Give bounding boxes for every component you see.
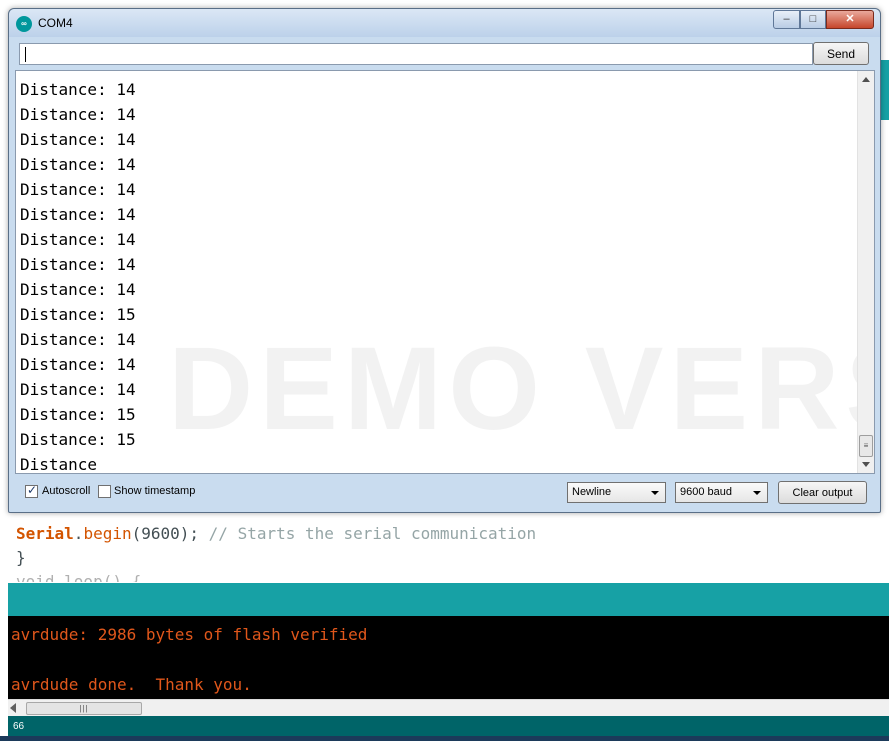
output-line: Distance: 14	[20, 130, 136, 149]
output-line: Distance: 14	[20, 80, 136, 99]
code-line-partial: void loop() {	[16, 572, 142, 582]
demo-watermark: DEMO VERSION	[168, 323, 874, 455]
window-titlebar[interactable]: ∞ COM4 – □ ✕	[9, 9, 880, 37]
text-caret	[25, 47, 26, 62]
autoscroll-label[interactable]: Autoscroll	[42, 485, 90, 497]
os-taskbar	[0, 736, 889, 741]
output-line: Distance: 14	[20, 280, 136, 299]
output-line: Distance: 14	[20, 255, 136, 274]
maximize-button[interactable]: □	[800, 10, 826, 29]
autoscroll-checkbox[interactable]	[25, 483, 38, 498]
output-line: Distance: 14	[20, 230, 136, 249]
console-line: avrdude done. Thank you.	[11, 675, 252, 694]
output-line: Distance: 14	[20, 380, 136, 399]
serial-options-bar: Autoscroll Show timestamp Newline 9600 b…	[15, 477, 875, 507]
line-number: 66	[13, 721, 25, 732]
scrollbar-thumb[interactable]: ≡	[859, 435, 873, 457]
output-line: Distance: 15	[20, 405, 136, 424]
serial-output-area[interactable]: DEMO VERSION Distance: 14 Distance: 14 D…	[15, 70, 875, 474]
console-horizontal-scrollbar[interactable]: |||	[8, 699, 889, 716]
code-line: Serial.begin(9600); // Starts the serial…	[16, 524, 536, 543]
line-ending-value: Newline	[572, 486, 612, 498]
window-title: COM4	[38, 16, 73, 30]
output-line: Distance: 14	[20, 355, 136, 374]
output-line: Distance: 15	[20, 305, 136, 324]
code-editor[interactable]: Serial.begin(9600); // Starts the serial…	[8, 505, 889, 583]
output-line: Distance: 15	[20, 430, 136, 449]
serial-monitor-window: ∞ COM4 – □ ✕ Send DEMO VERSION Distance:…	[8, 8, 881, 513]
scrollbar-thumb[interactable]: |||	[26, 702, 142, 715]
chevron-down-icon	[651, 491, 659, 495]
code-object: Serial	[16, 524, 74, 543]
show-timestamp-checkbox[interactable]	[98, 485, 111, 498]
scroll-down-arrow-icon[interactable]	[862, 462, 870, 467]
chevron-down-icon	[753, 491, 761, 495]
output-line: Distance	[20, 455, 98, 474]
ide-toolbar-strip	[881, 60, 889, 120]
baud-rate-value: 9600 baud	[680, 486, 732, 498]
output-line: Distance: 14	[20, 180, 136, 199]
clear-output-button[interactable]: Clear output	[778, 481, 867, 504]
code-line: }	[16, 548, 26, 567]
show-timestamp-label[interactable]: Show timestamp	[114, 485, 195, 497]
arduino-infinity-icon: ∞	[16, 16, 32, 32]
console-line: avrdude: 2986 bytes of flash verified	[11, 625, 368, 644]
output-line: Distance: 14	[20, 105, 136, 124]
ide-status-bar	[8, 583, 889, 616]
close-button[interactable]: ✕	[826, 10, 874, 29]
ide-console: avrdude: 2986 bytes of flash verified av…	[8, 616, 889, 699]
baud-rate-select[interactable]: 9600 baud	[675, 482, 768, 503]
code-comment: // Starts the serial communication	[208, 524, 537, 543]
output-line: Distance: 14	[20, 330, 136, 349]
ide-bottom-bar: 66	[8, 716, 889, 736]
scroll-left-arrow-icon[interactable]	[10, 703, 16, 713]
output-line: Distance: 14	[20, 205, 136, 224]
code-dot: .	[73, 524, 84, 543]
output-line: Distance: 14	[20, 155, 136, 174]
line-ending-select[interactable]: Newline	[567, 482, 666, 503]
serial-send-input[interactable]	[19, 43, 813, 65]
scroll-up-arrow-icon[interactable]	[862, 77, 870, 82]
output-lines: Distance: 14 Distance: 14 Distance: 14 D…	[20, 77, 136, 474]
send-row: Send	[15, 41, 875, 69]
send-button[interactable]: Send	[813, 42, 869, 65]
output-vertical-scrollbar[interactable]: ≡	[857, 71, 874, 473]
code-args: (9600);	[131, 524, 209, 543]
minimize-button[interactable]: –	[773, 10, 800, 29]
code-method: begin	[83, 524, 132, 543]
